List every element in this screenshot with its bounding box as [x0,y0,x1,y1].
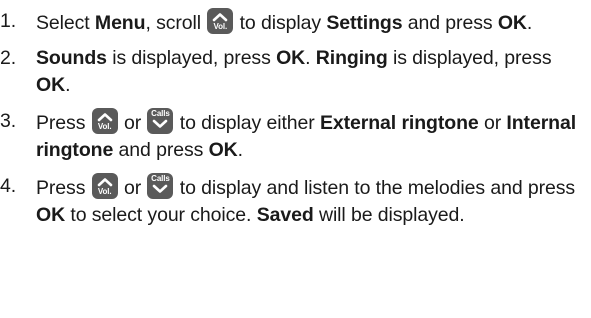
up-vol-key-icon: Vol. [91,108,118,134]
bold-term: OK [208,139,238,161]
key-label: Vol. [213,22,228,31]
text-run: Press [36,177,91,199]
up-vol-key-icon: Vol. [207,8,234,34]
text-run: to display [234,12,327,34]
text-run: . [526,12,533,34]
text-run: is displayed, press [106,47,277,69]
text-run: and press [113,139,209,161]
step-number: 4. [0,175,17,197]
bold-term: OK [497,12,527,34]
text-run: . [305,47,316,69]
key-label: Vol. [97,122,112,131]
bold-term: Sounds [36,47,107,69]
key-label: Vol. [97,187,112,196]
bold-term: OK [36,74,66,96]
text-run: or [118,112,147,134]
bold-term: Menu [94,12,146,34]
key-label: Calls [151,174,170,183]
step-text: Select Menu, scroll Vol. to display Sett… [36,8,533,34]
bold-term: Saved [256,204,314,226]
text-run: . [237,139,243,161]
bold-term: OK [276,47,306,69]
step-4: 4. Press Vol. or Calls to display and li… [0,173,591,229]
step-text: Sounds is displayed, press OK. Ringing i… [36,47,552,96]
text-run: to display and listen to the melodies an… [174,177,576,199]
step-text: Press Vol. or Calls to display and liste… [36,173,576,226]
text-run: to select your choice. [65,204,257,226]
step-text: Press Vol. or Calls to display either Ex… [36,108,576,161]
step-number: 1. [0,10,17,32]
step-1: 1. Select Menu, scroll Vol. to display S… [0,0,591,37]
bold-term: Ringing [315,47,388,69]
text-run: , scroll [145,12,207,34]
down-calls-key-icon: Calls [147,108,174,134]
text-run: is displayed, press [387,47,552,69]
step-number: 3. [0,110,17,132]
text-run: will be displayed. [313,204,465,226]
bold-term: Settings [326,12,403,34]
step-number: 2. [0,47,17,69]
key-label: Calls [151,109,170,118]
text-run: to display either [174,112,320,134]
text-run: . [65,74,71,96]
bold-term: External ringtone [319,112,479,134]
text-run: or [118,177,147,199]
down-calls-key-icon: Calls [147,173,174,199]
instruction-steps: 1. Select Menu, scroll Vol. to display S… [0,0,591,229]
bold-term: OK [36,204,66,226]
step-2: 2. Sounds is displayed, press OK. Ringin… [0,45,591,99]
step-3: 3. Press Vol. or Calls to display either… [0,108,591,164]
text-run: or [478,112,507,134]
text-run: and press [402,12,498,34]
up-vol-key-icon: Vol. [91,173,118,199]
text-run: Select [36,12,95,34]
text-run: Press [36,112,91,134]
